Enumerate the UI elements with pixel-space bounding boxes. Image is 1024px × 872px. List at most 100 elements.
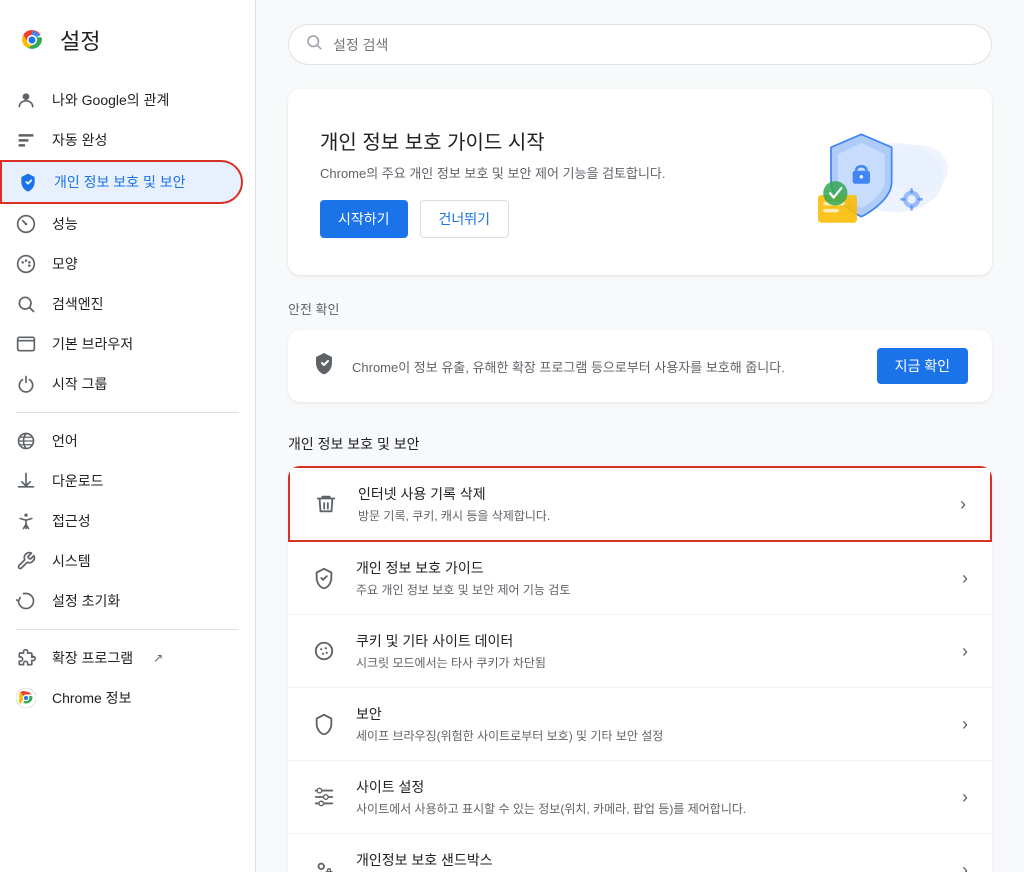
sidebar-item-accessibility[interactable]: 접근성 <box>0 501 243 541</box>
guide-card-title: 개인 정보 보호 가이드 시작 <box>320 126 665 155</box>
list-item-content-clear: 인터넷 사용 기록 삭제 방문 기록, 쿠키, 캐시 등을 삭제합니다. <box>358 484 940 524</box>
power-icon <box>16 374 36 394</box>
sidebar-item-label: 확장 프로그램 <box>52 648 133 668</box>
sliders-icon <box>312 786 336 808</box>
sidebar-item-privacy[interactable]: 개인 정보 보호 및 보안 <box>0 160 243 204</box>
shield-check-icon <box>312 567 336 589</box>
main-content: 개인 정보 보호 가이드 시작 Chrome의 주요 개인 정보 보호 및 보안… <box>256 0 1024 872</box>
list-item-cookies[interactable]: 쿠키 및 기타 사이트 데이터 시크릿 모드에서는 타사 쿠키가 차단됨 › <box>288 615 992 688</box>
list-item-content-cookies: 쿠키 및 기타 사이트 데이터 시크릿 모드에서는 타사 쿠키가 차단됨 <box>356 631 942 671</box>
safety-check-description: Chrome이 정보 유출, 유해한 확장 프로그램 등으로부터 사용자를 보호… <box>352 357 861 376</box>
list-item-privacy-guide[interactable]: 개인 정보 보호 가이드 주요 개인 정보 보호 및 보안 제어 기능 검토 › <box>288 542 992 615</box>
sidebar-item-label: 자동 완성 <box>52 130 107 150</box>
sidebar-item-label: 검색엔진 <box>52 294 104 314</box>
list-item-desc: 방문 기록, 쿠키, 캐시 등을 삭제합니다. <box>358 507 940 524</box>
sidebar-item-autocomplete[interactable]: 자동 완성 <box>0 120 243 160</box>
sidebar-item-appearance[interactable]: 모양 <box>0 244 243 284</box>
sidebar-navigation: 나와 Google의 관계 자동 완성 개인 정보 보호 및 보안 성능 <box>0 80 255 718</box>
privacy-section-label: 개인 정보 보호 및 보안 <box>288 426 992 462</box>
sidebar-title: 설정 <box>60 24 100 56</box>
sidebar-item-label: Chrome 정보 <box>52 688 131 708</box>
list-item-clear-browsing[interactable]: 인터넷 사용 기록 삭제 방문 기록, 쿠키, 캐시 등을 삭제합니다. › <box>288 466 992 542</box>
list-item-title: 개인 정보 보호 가이드 <box>356 558 942 578</box>
privacy-guide-card: 개인 정보 보호 가이드 시작 Chrome의 주요 개인 정보 보호 및 보안… <box>288 89 992 275</box>
person-icon <box>16 90 36 110</box>
sidebar-item-label: 시작 그룹 <box>52 374 107 394</box>
puzzle-icon <box>16 648 36 668</box>
sidebar-item-label: 설정 초기화 <box>52 591 120 611</box>
download-icon <box>16 471 36 491</box>
sidebar-item-label: 개인 정보 보호 및 보안 <box>54 172 185 192</box>
sidebar-item-label: 다운로드 <box>52 471 104 491</box>
guide-card-text: 개인 정보 보호 가이드 시작 Chrome의 주요 개인 정보 보호 및 보안… <box>320 126 665 238</box>
gauge-icon <box>16 214 36 234</box>
search-icon <box>305 33 323 56</box>
privacy-list-card: 인터넷 사용 기록 삭제 방문 기록, 쿠키, 캐시 등을 삭제합니다. › 개… <box>288 466 992 872</box>
sidebar-item-label: 나와 Google의 관계 <box>52 90 169 110</box>
safety-check-section-label: 안전 확인 <box>288 299 992 318</box>
list-item-desc: 세이프 브라우징(위험한 사이트로부터 보호) 및 기타 보안 설정 <box>356 727 942 744</box>
sidebar-item-label: 언어 <box>52 431 78 451</box>
trash-icon <box>314 493 338 515</box>
list-item-desc: 시크릿 모드에서는 타사 쿠키가 차단됨 <box>356 654 942 671</box>
browser-icon <box>16 334 36 354</box>
guide-card-description: Chrome의 주요 개인 정보 보호 및 보안 제어 기능을 검토합니다. <box>320 163 665 182</box>
chevron-right-icon: › <box>962 787 968 808</box>
sidebar-item-performance[interactable]: 성능 <box>0 204 243 244</box>
search-sidebar-icon <box>16 294 36 314</box>
list-item-desc: 주요 개인 정보 보호 및 보안 제어 기능 검토 <box>356 581 942 598</box>
sidebar-divider-1 <box>16 412 239 413</box>
list-item-title: 인터넷 사용 기록 삭제 <box>358 484 940 504</box>
safety-check-card: Chrome이 정보 유출, 유해한 확장 프로그램 등으로부터 사용자를 보호… <box>288 330 992 402</box>
search-input[interactable] <box>333 37 975 53</box>
sidebar-header: 설정 <box>0 16 255 80</box>
sidebar-item-download[interactable]: 다운로드 <box>0 461 243 501</box>
list-item-title: 쿠키 및 기타 사이트 데이터 <box>356 631 942 651</box>
sidebar-item-language[interactable]: 언어 <box>0 421 243 461</box>
sidebar-item-browser[interactable]: 기본 브라우저 <box>0 324 243 364</box>
list-item-title: 개인정보 보호 샌드박스 <box>356 850 942 870</box>
list-item-security[interactable]: 보안 세이프 브라우징(위험한 사이트로부터 보호) 및 기타 보안 설정 › <box>288 688 992 761</box>
chevron-right-icon: › <box>962 714 968 735</box>
palette-icon <box>16 254 36 274</box>
sidebar-item-about[interactable]: Chrome 정보 <box>0 678 243 718</box>
search-bar <box>288 24 992 65</box>
sidebar-item-search[interactable]: 검색엔진 <box>0 284 243 324</box>
sidebar-item-label: 접근성 <box>52 511 91 531</box>
shield-privacy-icon <box>18 172 38 192</box>
sidebar-item-reset[interactable]: 설정 초기화 <box>0 581 243 621</box>
list-item-content-sandbox: 개인정보 보호 샌드박스 무료 체험 기능 사용 중 <box>356 850 942 872</box>
sidebar-item-label: 성능 <box>52 214 78 234</box>
external-link-icon: ↗ <box>153 651 163 665</box>
list-item-desc: 사이트에서 사용하고 표시할 수 있는 정보(위치, 카메라, 팝업 등)를 제… <box>356 800 942 817</box>
chevron-right-icon: › <box>962 568 968 589</box>
list-item-content-guide: 개인 정보 보호 가이드 주요 개인 정보 보호 및 보안 제어 기능 검토 <box>356 558 942 598</box>
sidebar-item-extensions[interactable]: 확장 프로그램 ↗ <box>0 638 243 678</box>
start-button[interactable]: 시작하기 <box>320 200 408 238</box>
wrench-icon <box>16 551 36 571</box>
cookie-icon <box>312 640 336 662</box>
security-shield-icon <box>312 713 336 735</box>
guide-card-buttons: 시작하기 건너뛰기 <box>320 200 665 238</box>
sidebar-item-system[interactable]: 시스템 <box>0 541 243 581</box>
sidebar-item-account[interactable]: 나와 Google의 관계 <box>0 80 243 120</box>
sidebar-item-label: 기본 브라우저 <box>52 334 133 354</box>
sidebar-item-startup[interactable]: 시작 그룹 <box>0 364 243 404</box>
sidebar-divider-2 <box>16 629 239 630</box>
globe-icon <box>16 431 36 451</box>
check-now-button[interactable]: 지금 확인 <box>877 348 968 384</box>
chevron-right-icon: › <box>962 860 968 872</box>
shield-illustration-icon <box>780 117 960 247</box>
chrome-logo-icon <box>16 24 48 56</box>
list-item-site-settings[interactable]: 사이트 설정 사이트에서 사용하고 표시할 수 있는 정보(위치, 카메라, 팝… <box>288 761 992 834</box>
list-item-content-site: 사이트 설정 사이트에서 사용하고 표시할 수 있는 정보(위치, 카메라, 팝… <box>356 777 942 817</box>
list-item-content-security: 보안 세이프 브라우징(위험한 사이트로부터 보호) 및 기타 보안 설정 <box>356 704 942 744</box>
chevron-right-icon: › <box>962 641 968 662</box>
list-item-sandbox[interactable]: 개인정보 보호 샌드박스 무료 체험 기능 사용 중 › <box>288 834 992 872</box>
list-item-title: 사이트 설정 <box>356 777 942 797</box>
accessibility-icon <box>16 511 36 531</box>
sidebar-item-label: 시스템 <box>52 551 91 571</box>
skip-button[interactable]: 건너뛰기 <box>420 200 510 238</box>
chevron-right-icon: › <box>960 494 966 515</box>
list-item-title: 보안 <box>356 704 942 724</box>
